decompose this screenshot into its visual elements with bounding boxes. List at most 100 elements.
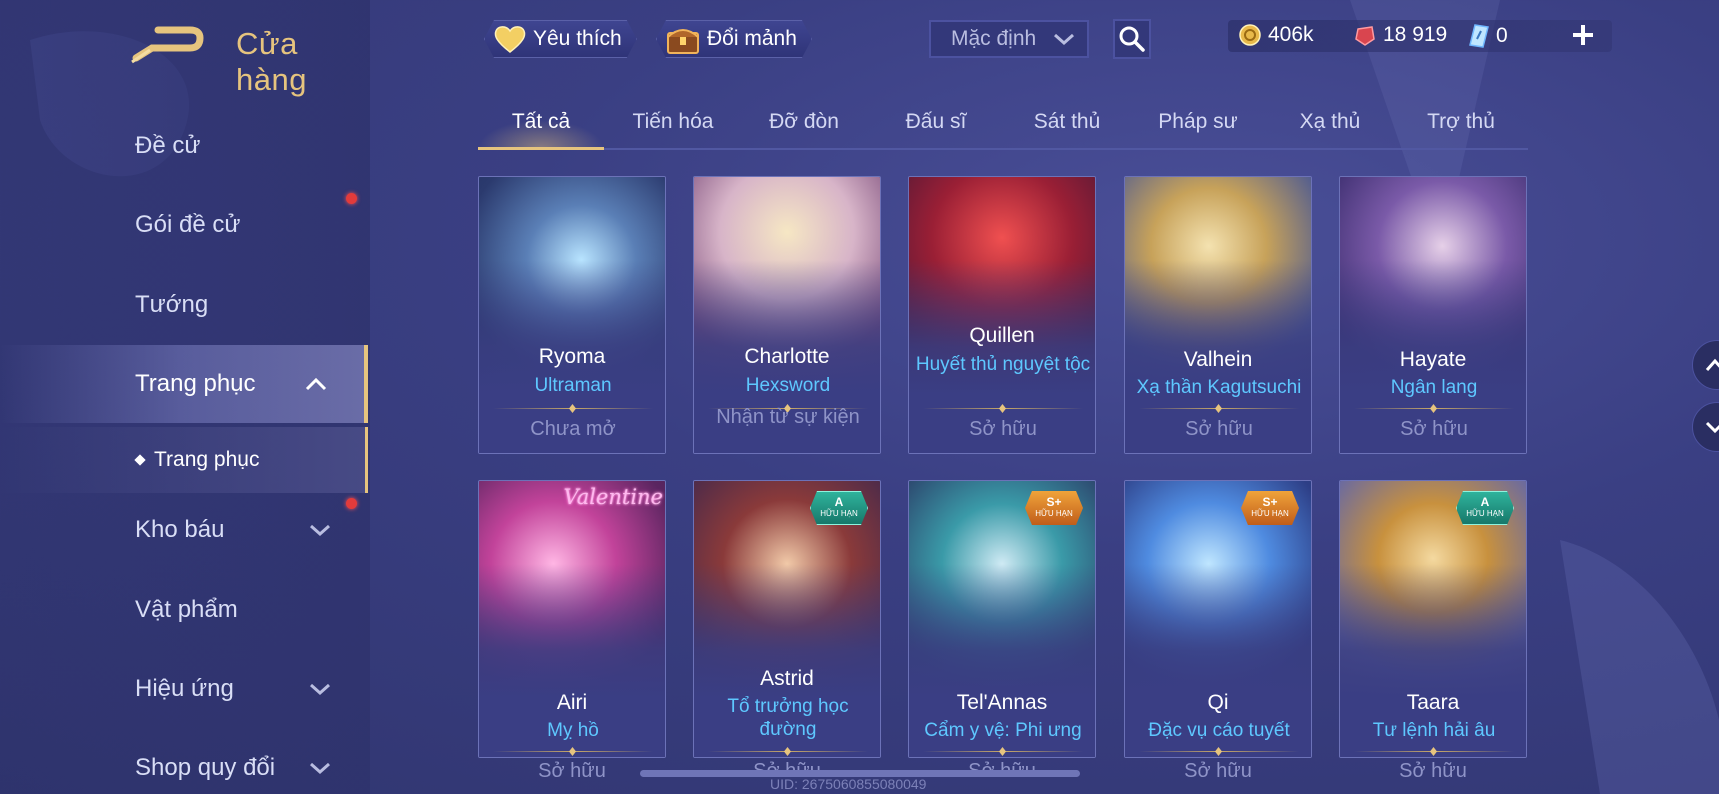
ownership-status: Sở hữu bbox=[1184, 760, 1252, 782]
favorites-label: Yêu thích bbox=[533, 27, 622, 50]
skin-card[interactable]: A HỮU HẠN Astrid Tổ trưởng học đường bbox=[693, 480, 881, 758]
tab-assassin[interactable]: Sát thủ bbox=[1002, 110, 1132, 134]
notification-dot bbox=[346, 193, 357, 204]
tab-evolution[interactable]: Tiến hóa bbox=[608, 110, 738, 134]
sidebar-item-label: Tướng bbox=[135, 291, 209, 318]
favorites-button[interactable]: Yêu thích bbox=[484, 20, 637, 58]
skin-name: Huyết thủ nguyệt tộc bbox=[915, 354, 1091, 375]
sidebar-item-heroes[interactable]: Tướng bbox=[0, 266, 368, 344]
search-button[interactable] bbox=[1113, 19, 1151, 59]
heart-icon bbox=[493, 24, 527, 54]
ruby-amount: 18 919 bbox=[1383, 23, 1448, 46]
sidebar-item-label: Gói đề cử bbox=[135, 211, 241, 238]
voucher-card-icon bbox=[1469, 24, 1489, 48]
card-divider bbox=[493, 751, 653, 752]
sidebar-item-recommended-packs[interactable]: Gói đề cử bbox=[0, 186, 368, 264]
skin-card[interactable]: Valhein Xạ thần Kagutsuchi Sở hữu bbox=[1124, 176, 1312, 454]
sort-dropdown[interactable]: Mặc định bbox=[929, 20, 1089, 58]
card-divider bbox=[1354, 751, 1514, 752]
hero-name: Quillen bbox=[969, 324, 1035, 347]
hero-name: Tel'Annas bbox=[956, 691, 1048, 714]
sidebar-item-exchange-shop[interactable]: Shop quy đổi bbox=[0, 729, 368, 794]
hero-name: Ryoma bbox=[538, 345, 606, 368]
tab-mage[interactable]: Pháp sư bbox=[1133, 110, 1263, 134]
active-tab-underline bbox=[478, 147, 604, 150]
badge-subtext: HỮU HẠN bbox=[1035, 509, 1073, 518]
scroll-up-button[interactable] bbox=[1692, 340, 1719, 390]
hero-name: Valhein bbox=[1183, 348, 1253, 371]
hero-name: Charlotte bbox=[744, 345, 830, 368]
skin-name: Xạ thần Kagutsuchi bbox=[1136, 377, 1302, 398]
skin-card[interactable]: Ryoma Ultraman Chưa mở bbox=[478, 176, 666, 454]
chevron-down-icon bbox=[300, 679, 340, 699]
chevron-down-icon bbox=[1705, 421, 1719, 434]
skin-card[interactable]: S+ HỮU HẠN Tel'Annas Cẩm y vệ: Phi ưng bbox=[908, 480, 1096, 758]
sidebar-item-label: Đề cử bbox=[135, 132, 201, 159]
exchange-shards-button[interactable]: Đổi mảnh bbox=[656, 20, 812, 58]
ownership-status: Sở hữu bbox=[1400, 418, 1468, 440]
skin-card[interactable]: Charlotte Hexsword Nhận từ sự kiện bbox=[693, 176, 881, 454]
tab-marksman[interactable]: Xạ thủ bbox=[1265, 110, 1395, 134]
sidebar: Cửa hàng Đề cử Gói đề cử Tướng Trang phụ… bbox=[0, 0, 370, 794]
card-divider bbox=[1354, 408, 1514, 409]
gold-amount: 406k bbox=[1268, 23, 1314, 46]
notification-dot bbox=[346, 498, 357, 509]
chevron-down-icon bbox=[1054, 33, 1074, 46]
ruby-currency: 18 919 bbox=[1353, 23, 1447, 47]
limited-badge: S+ HỮU HẠN bbox=[1241, 491, 1299, 525]
hero-name: Taara bbox=[1406, 691, 1460, 714]
badge-grade: S+ bbox=[1046, 495, 1062, 509]
tab-tank[interactable]: Đỡ đòn bbox=[739, 110, 869, 134]
role-tabs: Tất cả Tiến hóa Đỡ đòn Đấu sĩ Sát thủ Ph… bbox=[478, 100, 1528, 150]
skin-name: Mỵ hồ bbox=[547, 720, 599, 741]
ownership-status: Sở hữu bbox=[1399, 760, 1467, 782]
ownership-status: Sở hữu bbox=[1185, 418, 1253, 440]
back-arrow-icon[interactable] bbox=[130, 24, 210, 64]
sidebar-item-label: Shop quy đổi bbox=[135, 754, 276, 781]
skin-name: Hexsword bbox=[745, 375, 831, 396]
badge-subtext: HỮU HẠN bbox=[1251, 509, 1289, 518]
scroll-down-button[interactable] bbox=[1692, 402, 1719, 452]
user-id: UID: 2675060855080049 bbox=[770, 776, 927, 792]
skin-name: Tư lệnh hải âu bbox=[1372, 720, 1496, 741]
sidebar-item-effects[interactable]: Hiệu ứng bbox=[0, 650, 368, 728]
sidebar-subitem-skins[interactable]: Trang phục bbox=[0, 427, 368, 493]
skin-card[interactable]: Valentine Airi Mỵ hồ bbox=[478, 480, 666, 758]
skin-name: Ngân lang bbox=[1390, 377, 1478, 398]
tab-fighter[interactable]: Đấu sĩ bbox=[871, 110, 1001, 134]
tab-support[interactable]: Trợ thủ bbox=[1396, 110, 1526, 134]
tab-all[interactable]: Tất cả bbox=[476, 110, 606, 134]
sidebar-item-items[interactable]: Vật phẩm bbox=[0, 571, 368, 649]
sidebar-item-label: Vật phẩm bbox=[135, 596, 238, 623]
skin-name: Ultraman bbox=[534, 375, 612, 396]
sidebar-item-label: Trang phục bbox=[135, 370, 256, 397]
card-divider bbox=[923, 751, 1083, 752]
badge-subtext: HỮU HẠN bbox=[1466, 509, 1504, 518]
treasure-chest-icon bbox=[665, 23, 701, 55]
sidebar-subitem-label: Trang phục bbox=[154, 448, 260, 471]
gold-coin-icon bbox=[1239, 24, 1261, 46]
skin-card[interactable]: S+ HỮU HẠN Qi Đặc vụ cáo tuyết bbox=[1124, 480, 1312, 758]
valentine-tag: Valentine bbox=[563, 485, 663, 509]
sidebar-item-treasure[interactable]: Kho báu bbox=[0, 491, 368, 569]
ownership-status: Sở hữu bbox=[538, 760, 606, 782]
skin-card[interactable]: A HỮU HẠN Taara Tư lệnh hải âu bbox=[1339, 480, 1527, 758]
card-divider bbox=[1139, 408, 1299, 409]
skin-name: Đặc vụ cáo tuyết bbox=[1148, 720, 1290, 741]
skin-card[interactable]: Quillen Huyết thủ nguyệt tộc Sở hữu bbox=[908, 176, 1096, 454]
skin-name: Cẩm y vệ: Phi ưng bbox=[924, 720, 1082, 741]
card-divider bbox=[923, 408, 1083, 409]
ownership-status: Sở hữu bbox=[969, 418, 1037, 440]
hero-name: Astrid bbox=[760, 667, 814, 690]
limited-badge: S+ HỮU HẠN bbox=[1025, 491, 1083, 525]
badge-grade: S+ bbox=[1262, 495, 1278, 509]
sidebar-item-label: Kho báu bbox=[135, 516, 225, 543]
skin-card[interactable]: Hayate Ngân lang Sở hữu bbox=[1339, 176, 1527, 454]
sidebar-item-skins[interactable]: Trang phục bbox=[0, 345, 368, 423]
ruby-gem-icon bbox=[1355, 26, 1375, 46]
badge-subtext: HỮU HẠN bbox=[820, 509, 858, 518]
ownership-status: Nhận từ sự kiện bbox=[716, 406, 860, 428]
add-currency-button[interactable] bbox=[1568, 18, 1598, 52]
sidebar-item-recommended[interactable]: Đề cử bbox=[0, 107, 368, 185]
hero-name: Hayate bbox=[1399, 348, 1467, 371]
